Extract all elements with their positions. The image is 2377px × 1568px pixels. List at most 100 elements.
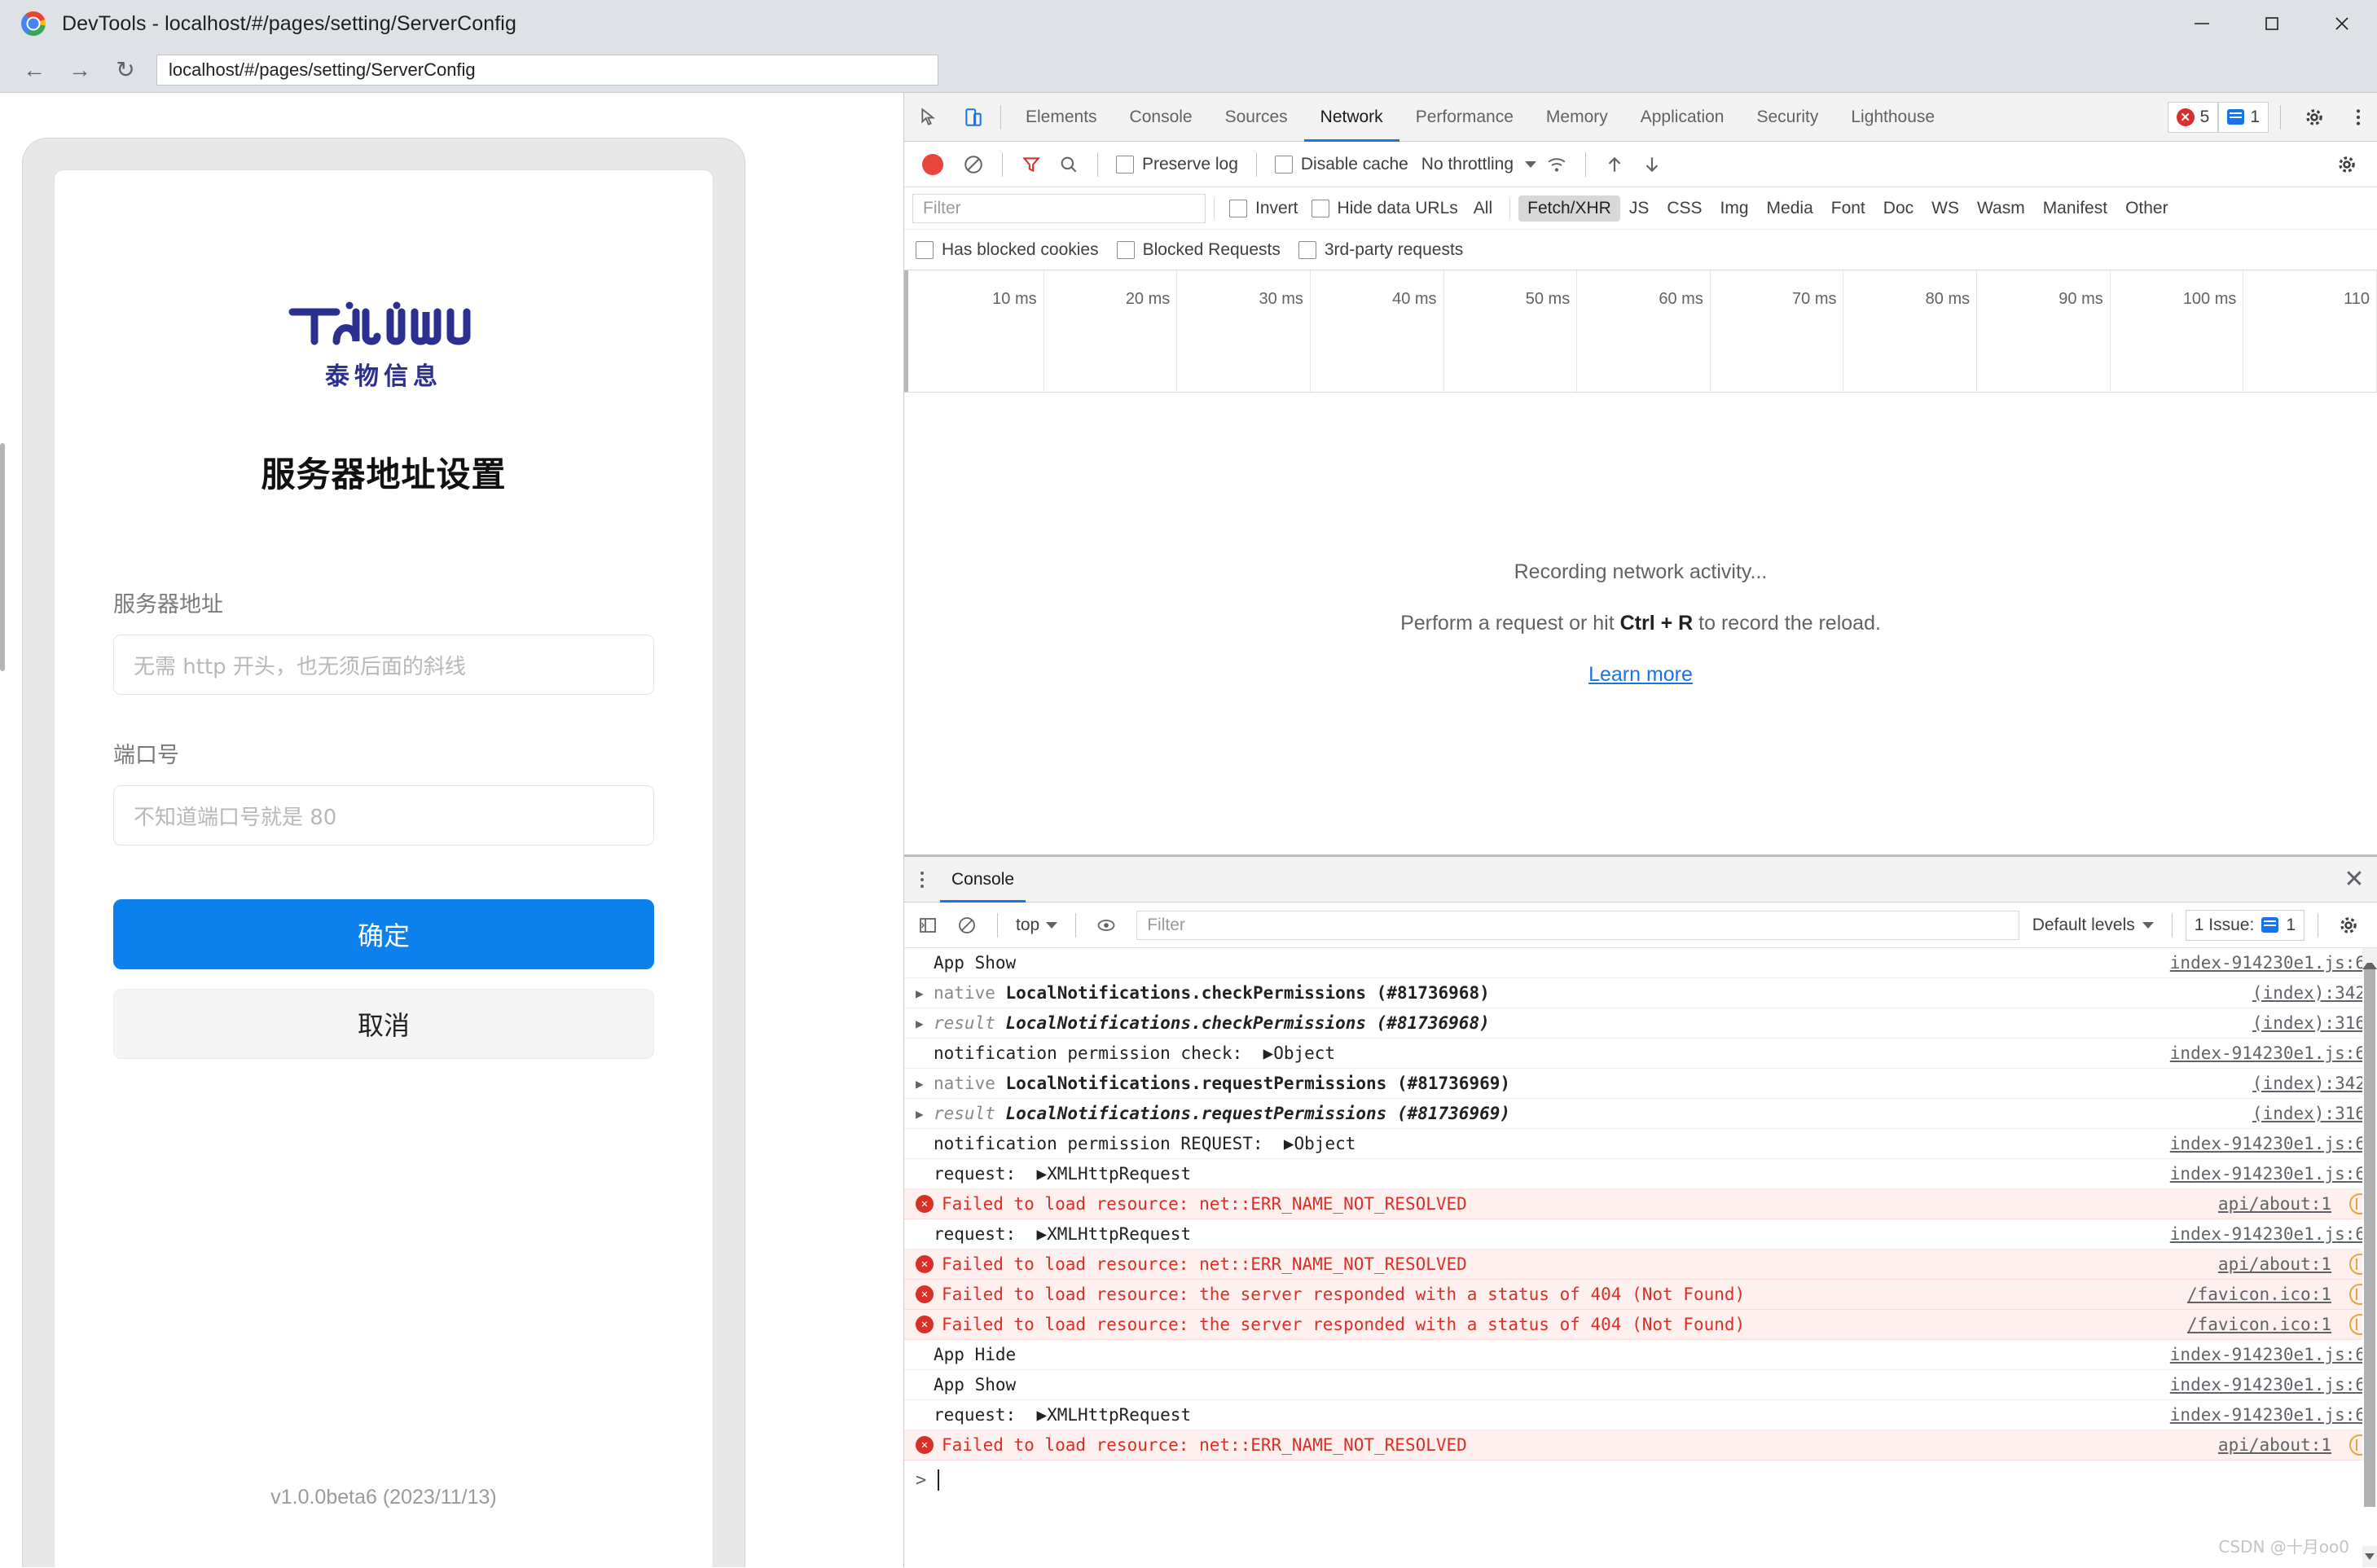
- hide-data-urls-checkbox[interactable]: Hide data URLs: [1305, 199, 1465, 218]
- console-error-row[interactable]: ✕ Failed to load resource: the server res…: [904, 1280, 2377, 1310]
- server-address-input[interactable]: 无需 http 开头，也无须后面的斜线: [113, 635, 654, 695]
- gear-icon[interactable]: [2331, 908, 2366, 942]
- scroll-down-icon[interactable]: [2362, 1546, 2377, 1567]
- confirm-button[interactable]: 确定: [113, 899, 654, 969]
- console-source-link[interactable]: (index):342: [2252, 983, 2377, 1003]
- expand-arrow-icon[interactable]: ▶: [916, 1106, 934, 1122]
- console-source-link[interactable]: index-914230e1.js:6: [2170, 1405, 2377, 1425]
- console-context-select[interactable]: top: [1011, 916, 1062, 935]
- console-error-row[interactable]: ✕ Failed to load resource: the server res…: [904, 1310, 2377, 1340]
- minimize-button[interactable]: [2167, 0, 2237, 47]
- tab-memory[interactable]: Memory: [1530, 93, 1624, 142]
- console-source-link[interactable]: /favicon.ico:1: [2187, 1285, 2343, 1304]
- console-log-row[interactable]: App Show index-914230e1.js:6: [904, 948, 2377, 978]
- restype-wasm[interactable]: Wasm: [1968, 195, 2034, 222]
- console-prompt[interactable]: >: [904, 1460, 2377, 1500]
- console-log-row[interactable]: ▶ result LocalNotifications.checkPermissi…: [904, 1008, 2377, 1039]
- disable-cache-checkbox[interactable]: Disable cache: [1268, 155, 1415, 174]
- expand-arrow-icon[interactable]: ▶: [916, 1076, 934, 1091]
- error-count-badge[interactable]: ✕ 5: [2167, 101, 2219, 133]
- console-source-link[interactable]: index-914230e1.js:6: [2170, 1043, 2377, 1063]
- restype-doc[interactable]: Doc: [1874, 195, 1922, 222]
- search-icon[interactable]: [1052, 147, 1086, 182]
- console-source-link[interactable]: (index):316: [2252, 1013, 2377, 1033]
- tab-lighthouse[interactable]: Lighthouse: [1834, 93, 1951, 142]
- issues-badge[interactable]: 1 Issue: 1: [2185, 909, 2305, 941]
- console-log-row[interactable]: request: ▶XMLHttpRequest index-914230e1.j…: [904, 1219, 2377, 1250]
- inspect-element-icon[interactable]: [911, 99, 948, 136]
- tab-network[interactable]: Network: [1304, 93, 1399, 142]
- network-filter-input[interactable]: Filter: [912, 193, 1206, 223]
- port-input[interactable]: 不知道端口号就是 80: [113, 785, 654, 845]
- restype-img[interactable]: Img: [1711, 195, 1758, 222]
- scroll-up-icon[interactable]: [2362, 948, 2377, 969]
- device-toolbar-icon[interactable]: [955, 99, 992, 136]
- live-expression-icon[interactable]: [1089, 908, 1123, 942]
- restype-font[interactable]: Font: [1822, 195, 1874, 222]
- more-vertical-icon[interactable]: [904, 871, 940, 888]
- network-timeline[interactable]: 10 ms 20 ms 30 ms 40 ms 50 ms 60 ms 70 m…: [904, 270, 2377, 393]
- console-levels-select[interactable]: Default levels: [2032, 916, 2159, 935]
- console-log-row[interactable]: ▶ result LocalNotifications.requestPermis…: [904, 1099, 2377, 1129]
- console-source-link[interactable]: index-914230e1.js:6: [2170, 953, 2377, 973]
- restype-ws[interactable]: WS: [1922, 195, 1968, 222]
- console-source-link[interactable]: index-914230e1.js:6: [2170, 1375, 2377, 1395]
- console-source-link[interactable]: index-914230e1.js:6: [2170, 1134, 2377, 1153]
- console-source-link[interactable]: index-914230e1.js:6: [2170, 1345, 2377, 1364]
- restype-manifest[interactable]: Manifest: [2034, 195, 2116, 222]
- record-button[interactable]: [922, 153, 943, 175]
- console-log-row[interactable]: request: ▶XMLHttpRequest index-914230e1.j…: [904, 1159, 2377, 1189]
- close-button[interactable]: [2307, 0, 2377, 47]
- tab-security[interactable]: Security: [1740, 93, 1834, 142]
- console-sidebar-icon[interactable]: [911, 908, 945, 942]
- scrollbar-thumb[interactable]: [2364, 969, 2375, 1507]
- address-bar[interactable]: localhost/#/pages/setting/ServerConfig: [156, 54, 938, 86]
- restype-all[interactable]: All: [1465, 195, 1501, 222]
- maximize-button[interactable]: [2237, 0, 2307, 47]
- console-source-link[interactable]: api/about:1: [2218, 1194, 2343, 1214]
- import-har-icon[interactable]: [1597, 147, 1632, 182]
- gear-icon[interactable]: [2296, 99, 2333, 136]
- clear-icon[interactable]: [956, 147, 991, 182]
- console-log-row[interactable]: notification permission REQUEST: ▶Object…: [904, 1129, 2377, 1159]
- restype-fetch-xhr[interactable]: Fetch/XHR: [1518, 195, 1620, 222]
- third-party-requests-checkbox[interactable]: 3rd-party requests: [1298, 240, 1463, 260]
- console-log[interactable]: App Show index-914230e1.js:6 ▶ native Local…: [904, 948, 2377, 1567]
- expand-arrow-icon[interactable]: ▶: [916, 1016, 934, 1031]
- preserve-log-checkbox[interactable]: Preserve log: [1109, 155, 1245, 174]
- reload-icon[interactable]: ↻: [109, 54, 142, 86]
- console-error-row[interactable]: ✕ Failed to load resource: net::ERR_NAME_…: [904, 1430, 2377, 1460]
- console-error-row[interactable]: ✕ Failed to load resource: net::ERR_NAME_…: [904, 1189, 2377, 1219]
- close-drawer-icon[interactable]: ✕: [2331, 865, 2377, 894]
- invert-checkbox[interactable]: Invert: [1223, 199, 1305, 218]
- blocked-requests-checkbox[interactable]: Blocked Requests: [1116, 240, 1281, 260]
- learn-more-link[interactable]: Learn more: [1588, 663, 1693, 687]
- console-log-row[interactable]: App Show index-914230e1.js:6: [904, 1370, 2377, 1400]
- console-source-link[interactable]: (index):342: [2252, 1074, 2377, 1093]
- forward-arrow-icon[interactable]: →: [64, 54, 96, 86]
- expand-arrow-icon[interactable]: ▶: [916, 986, 934, 1001]
- console-source-link[interactable]: /favicon.ico:1: [2187, 1315, 2343, 1334]
- restype-css[interactable]: CSS: [1658, 195, 1711, 222]
- console-filter-input[interactable]: Filter: [1136, 910, 2019, 940]
- console-source-link[interactable]: api/about:1: [2218, 1254, 2343, 1274]
- funnel-icon[interactable]: [1014, 147, 1048, 182]
- tab-console[interactable]: Console: [1114, 93, 1209, 142]
- has-blocked-cookies-checkbox[interactable]: Has blocked cookies: [916, 240, 1099, 260]
- tab-application[interactable]: Application: [1624, 93, 1741, 142]
- more-vertical-icon[interactable]: [2340, 99, 2377, 136]
- message-count-badge[interactable]: 1: [2218, 101, 2269, 133]
- restype-other[interactable]: Other: [2116, 195, 2177, 222]
- network-settings-icon[interactable]: [2330, 147, 2364, 182]
- restype-js[interactable]: JS: [1620, 195, 1659, 222]
- tab-elements[interactable]: Elements: [1009, 93, 1114, 142]
- tab-performance[interactable]: Performance: [1399, 93, 1530, 142]
- console-log-row[interactable]: ▶ native LocalNotifications.requestPermis…: [904, 1069, 2377, 1099]
- console-error-row[interactable]: ✕ Failed to load resource: net::ERR_NAME_…: [904, 1250, 2377, 1280]
- tab-sources[interactable]: Sources: [1209, 93, 1304, 142]
- console-source-link[interactable]: index-914230e1.js:6: [2170, 1224, 2377, 1244]
- page-scrollbar[interactable]: [0, 443, 5, 671]
- restype-media[interactable]: Media: [1758, 195, 1822, 222]
- export-har-icon[interactable]: [1635, 147, 1669, 182]
- clear-console-icon[interactable]: [950, 908, 984, 942]
